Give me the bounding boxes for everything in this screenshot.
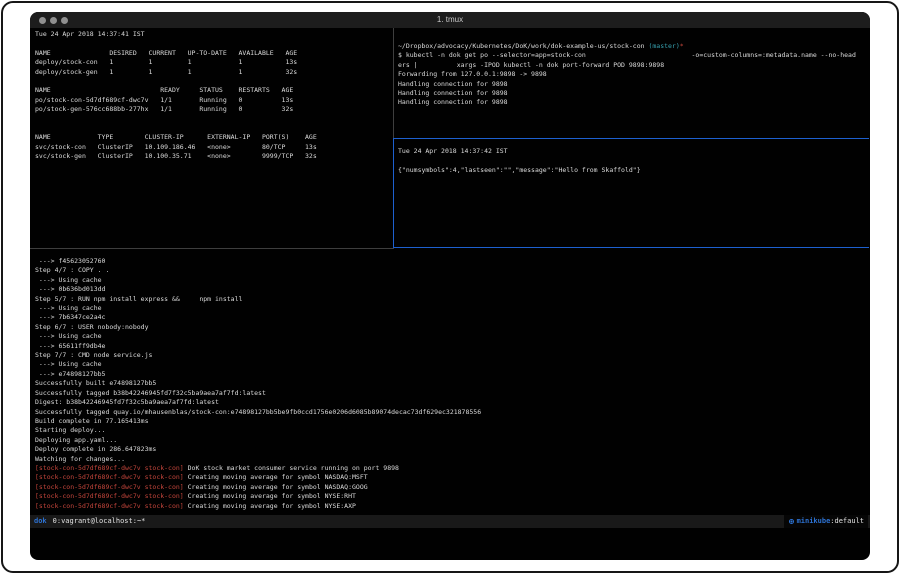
curl-output-pane-active[interactable]: Tue 24 Apr 2018 14:37:42 IST {"numsymbol… [393, 138, 869, 248]
window-title: 1. tmux [30, 12, 870, 28]
skaffold-build-log-pane[interactable]: ---> f45623052760Step 4/7 : COPY . . ---… [30, 249, 870, 521]
window-status-label[interactable]: 0:vagrant@localhost:~* [53, 515, 146, 528]
kube-namespace: :default [830, 515, 864, 528]
session-name-badge[interactable]: dok [34, 515, 47, 528]
kube-context-name: minikube [797, 515, 831, 528]
tmux-status-bar: dok 0:vagrant@localhost:~* minikube :def… [30, 515, 870, 528]
window-titlebar: 1. tmux [30, 12, 870, 28]
terminal-window: 1. tmux Tue 24 Apr 2018 14:37:41 IST NAM… [30, 12, 870, 560]
kube-context-badge[interactable]: minikube :default [784, 515, 868, 528]
port-forward-pane[interactable]: ~/Dropbox/advocacy/Kubernetes/DoK/work/d… [395, 28, 870, 152]
kubectl-watch-pane[interactable]: Tue 24 Apr 2018 14:37:41 IST NAME DESIRE… [30, 28, 398, 250]
helm-wheel-icon [789, 519, 794, 524]
screenshot-canvas: 1. tmux Tue 24 Apr 2018 14:37:41 IST NAM… [0, 0, 900, 574]
pane-divider-vertical[interactable] [393, 28, 394, 138]
